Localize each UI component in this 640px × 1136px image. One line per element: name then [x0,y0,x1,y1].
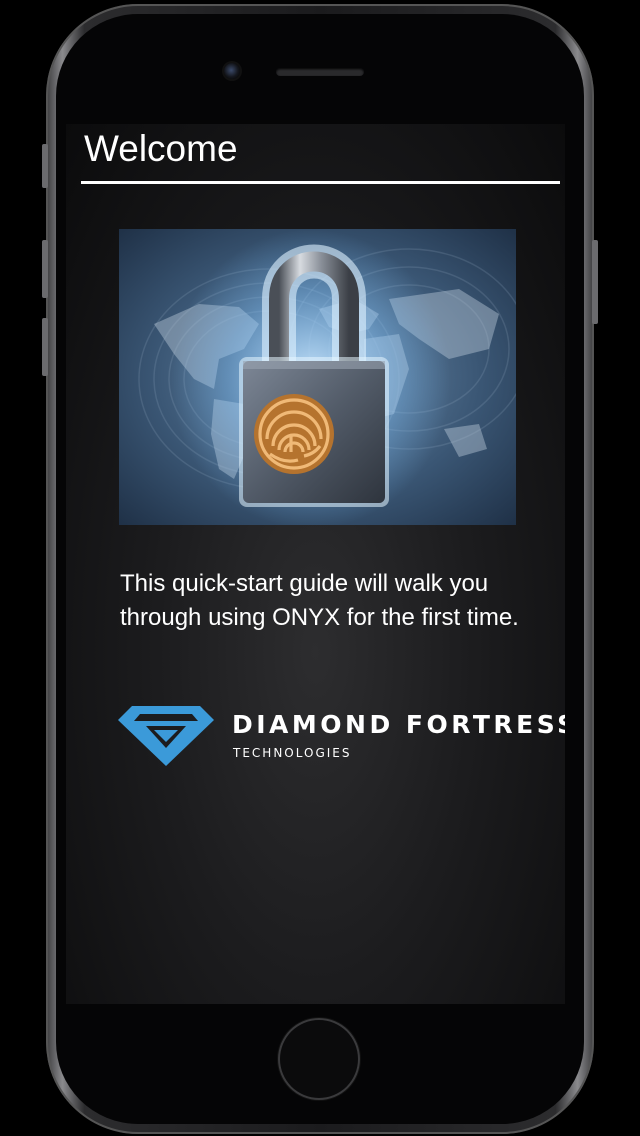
brand-logo: DIAMOND FORTRESS TECHNOLOGIES [118,704,565,774]
brand-name: DIAMOND FORTRESS [232,710,565,739]
diamond-logo-icon [118,706,214,766]
fingerprint-lock-illustration [119,229,516,525]
brand-subtitle: TECHNOLOGIES [233,746,352,760]
mute-switch [42,144,48,188]
page-title: Welcome [84,128,238,169]
front-camera [224,63,240,79]
volume-down-button [42,318,48,376]
home-button[interactable] [278,1018,360,1100]
earpiece-speaker [276,68,364,76]
title-divider [81,181,560,184]
intro-text: This quick-start guide will walk you thr… [120,570,519,631]
hero-image [119,229,516,525]
power-button [592,240,598,324]
volume-up-button [42,240,48,298]
app-screen: Welcome This quick-start guide will walk… [66,124,565,1004]
